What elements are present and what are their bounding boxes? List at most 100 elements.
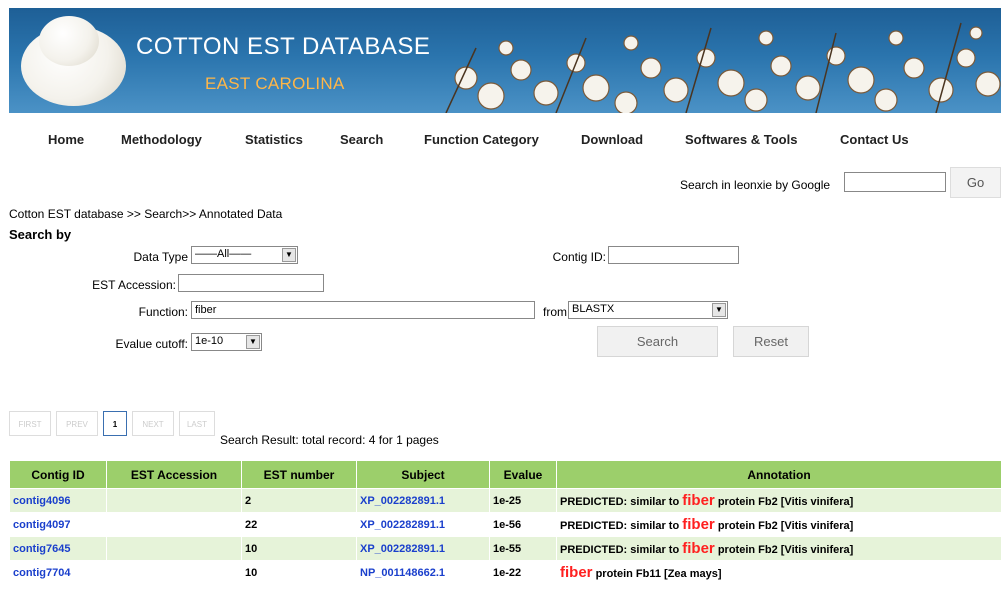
table-header-row: Contig ID EST Accession EST number Subje… bbox=[10, 461, 1001, 488]
evalue-cutoff-select[interactable]: 1e-10 ▼ bbox=[191, 333, 262, 351]
cotton-field-image bbox=[445, 22, 1001, 113]
col-header-contig-id: Contig ID bbox=[10, 461, 106, 488]
evalue-cell: 1e-55 bbox=[490, 537, 556, 560]
nav-home[interactable]: Home bbox=[48, 132, 84, 147]
annotation-suffix: protein Fb2 [Vitis vinifera] bbox=[714, 520, 854, 532]
est-accession-input[interactable] bbox=[178, 274, 324, 292]
nav-search[interactable]: Search bbox=[340, 132, 383, 147]
evalue-cell: 1e-22 bbox=[490, 561, 556, 584]
est-accession-cell bbox=[107, 513, 241, 536]
contig-id-link[interactable]: contig7645 bbox=[13, 543, 70, 555]
subject-link[interactable]: XP_002282891.1 bbox=[360, 543, 445, 555]
contig-id-cell: contig4096 bbox=[10, 489, 106, 512]
table-row: contig7704 10 NP_001148662.1 1e-22 fiber… bbox=[10, 561, 1001, 584]
col-header-est-number: EST number bbox=[242, 461, 356, 488]
col-header-evalue: Evalue bbox=[490, 461, 556, 488]
est-number-cell: 22 bbox=[242, 513, 356, 536]
main-nav: Home Methodology Statistics Search Funct… bbox=[0, 132, 1001, 150]
contig-id-cell: contig7704 bbox=[10, 561, 106, 584]
est-accession-label: EST Accession: bbox=[92, 278, 176, 292]
subject-cell: XP_002282891.1 bbox=[357, 489, 489, 512]
est-number-cell: 2 bbox=[242, 489, 356, 512]
annotation-highlight: fiber bbox=[682, 492, 715, 509]
results-table: Contig ID EST Accession EST number Subje… bbox=[9, 460, 1001, 585]
nav-softwares-tools[interactable]: Softwares & Tools bbox=[685, 132, 797, 147]
annotation-suffix: protein Fb2 [Vitis vinifera] bbox=[714, 544, 854, 556]
annotation-cell: PREDICTED: similar to fiber protein Fb2 … bbox=[557, 489, 1001, 512]
est-accession-cell bbox=[107, 561, 241, 584]
nav-contact-us[interactable]: Contact Us bbox=[840, 132, 909, 147]
table-row: contig4096 2 XP_002282891.1 1e-25 PREDIC… bbox=[10, 489, 1001, 512]
annotation-prefix: PREDICTED: similar to bbox=[560, 496, 683, 508]
contig-id-input[interactable] bbox=[608, 246, 739, 264]
pager-first[interactable]: FIRST bbox=[9, 411, 51, 436]
site-subtitle: EAST CAROLINA bbox=[205, 74, 345, 93]
pager-prev[interactable]: PREV bbox=[56, 411, 98, 436]
col-header-est-accession: EST Accession bbox=[107, 461, 241, 488]
subject-cell: XP_002282891.1 bbox=[357, 513, 489, 536]
annotation-highlight: fiber bbox=[560, 564, 593, 581]
site-banner: COTTON EST DATABASE EAST CAROLINA bbox=[9, 8, 1001, 113]
annotation-highlight: fiber bbox=[682, 516, 715, 533]
col-header-annotation: Annotation bbox=[557, 461, 1001, 488]
annotation-cell: PREDICTED: similar to fiber protein Fb2 … bbox=[557, 513, 1001, 536]
annotation-cell: fiber protein Fb11 [Zea mays] bbox=[557, 561, 1001, 584]
pager-current-page[interactable]: 1 bbox=[103, 411, 127, 436]
subject-cell: NP_001148662.1 bbox=[357, 561, 489, 584]
nav-statistics[interactable]: Statistics bbox=[245, 132, 303, 147]
evalue-cell: 1e-25 bbox=[490, 489, 556, 512]
nav-download[interactable]: Download bbox=[581, 132, 643, 147]
nav-function-category[interactable]: Function Category bbox=[424, 132, 539, 147]
search-by-heading: Search by bbox=[9, 227, 72, 242]
chevron-down-icon: ▼ bbox=[282, 248, 296, 262]
annotation-prefix: PREDICTED: similar to bbox=[560, 544, 683, 556]
reset-button[interactable]: Reset bbox=[733, 326, 809, 357]
est-accession-cell bbox=[107, 489, 241, 512]
evalue-cell: 1e-56 bbox=[490, 513, 556, 536]
contig-id-cell: contig4097 bbox=[10, 513, 106, 536]
pager-next[interactable]: NEXT bbox=[132, 411, 174, 436]
chevron-down-icon: ▼ bbox=[712, 303, 726, 317]
est-number-cell: 10 bbox=[242, 537, 356, 560]
est-number-cell: 10 bbox=[242, 561, 356, 584]
annotation-cell: PREDICTED: similar to fiber protein Fb2 … bbox=[557, 537, 1001, 560]
subject-link[interactable]: NP_001148662.1 bbox=[360, 567, 445, 579]
annotation-highlight: fiber bbox=[682, 540, 715, 557]
google-go-button[interactable]: Go bbox=[950, 167, 1001, 198]
from-select[interactable]: BLASTX ▼ bbox=[568, 301, 728, 319]
search-button[interactable]: Search bbox=[597, 326, 718, 357]
table-row: contig4097 22 XP_002282891.1 1e-56 PREDI… bbox=[10, 513, 1001, 536]
from-value: BLASTX bbox=[572, 303, 615, 315]
annotation-suffix: protein Fb11 [Zea mays] bbox=[592, 568, 722, 580]
result-summary: Search Result: total record: 4 for 1 pag… bbox=[220, 433, 439, 447]
function-label: Function: bbox=[138, 305, 188, 319]
nav-methodology[interactable]: Methodology bbox=[121, 132, 202, 147]
from-label: from bbox=[543, 305, 567, 319]
data-type-select[interactable]: ——All—— ▼ bbox=[191, 246, 298, 264]
breadcrumb: Cotton EST database >> Search>> Annotate… bbox=[9, 207, 283, 221]
google-search-label: Search in leonxie by Google bbox=[680, 178, 831, 192]
contig-id-link[interactable]: contig4096 bbox=[13, 495, 70, 507]
evalue-cutoff-label: Evalue cutoff: bbox=[115, 337, 189, 351]
evalue-cutoff-value: 1e-10 bbox=[195, 335, 224, 347]
data-type-label: Data Type bbox=[133, 250, 188, 264]
table-row: contig7645 10 XP_002282891.1 1e-55 PREDI… bbox=[10, 537, 1001, 560]
data-type-value: ——All—— bbox=[195, 248, 252, 260]
contig-id-label: Contig ID: bbox=[552, 250, 606, 264]
subject-link[interactable]: XP_002282891.1 bbox=[360, 519, 445, 531]
annotation-suffix: protein Fb2 [Vitis vinifera] bbox=[714, 496, 854, 508]
annotation-prefix: PREDICTED: similar to bbox=[560, 520, 683, 532]
col-header-subject: Subject bbox=[357, 461, 489, 488]
site-title: COTTON EST DATABASE bbox=[136, 33, 431, 60]
contig-id-link[interactable]: contig7704 bbox=[13, 567, 70, 579]
contig-id-link[interactable]: contig4097 bbox=[13, 519, 70, 531]
est-accession-cell bbox=[107, 537, 241, 560]
chevron-down-icon: ▼ bbox=[246, 335, 260, 349]
contig-id-cell: contig7645 bbox=[10, 537, 106, 560]
google-search-input[interactable] bbox=[844, 172, 946, 192]
pager-last[interactable]: LAST bbox=[179, 411, 215, 436]
cotton-boll-logo-part bbox=[39, 16, 99, 66]
function-input[interactable] bbox=[191, 301, 535, 319]
subject-link[interactable]: XP_002282891.1 bbox=[360, 495, 445, 507]
subject-cell: XP_002282891.1 bbox=[357, 537, 489, 560]
